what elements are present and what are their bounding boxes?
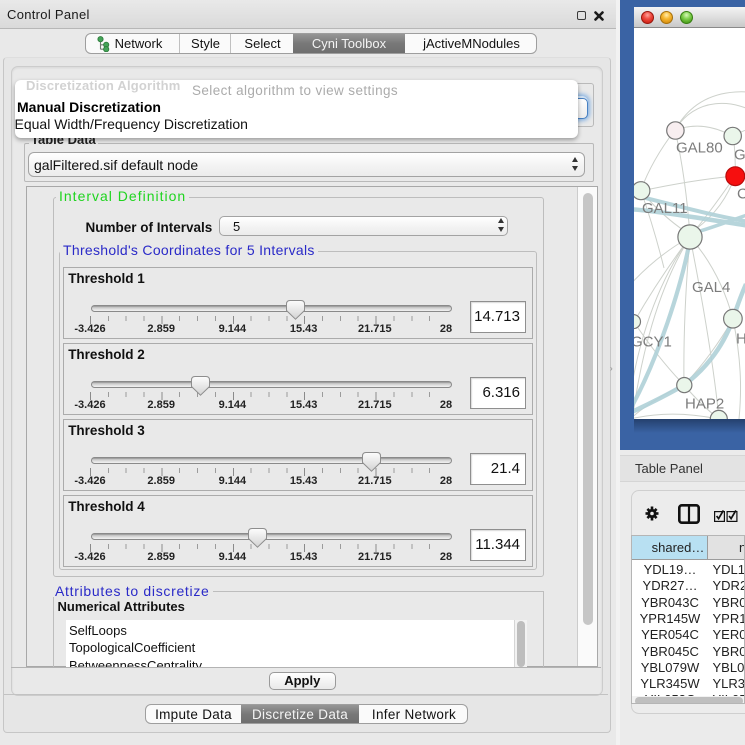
svg-text:GA: GA [734, 147, 745, 164]
svg-text:GAL80: GAL80 [676, 140, 723, 157]
svg-text:CD: CD [737, 185, 745, 202]
svg-text:HAP2: HAP2 [685, 395, 724, 412]
svg-text:GCY1: GCY1 [634, 333, 672, 350]
svg-text:GAL4: GAL4 [692, 279, 730, 296]
svg-text:GAL11: GAL11 [642, 200, 688, 217]
svg-text:H: H [736, 331, 745, 348]
